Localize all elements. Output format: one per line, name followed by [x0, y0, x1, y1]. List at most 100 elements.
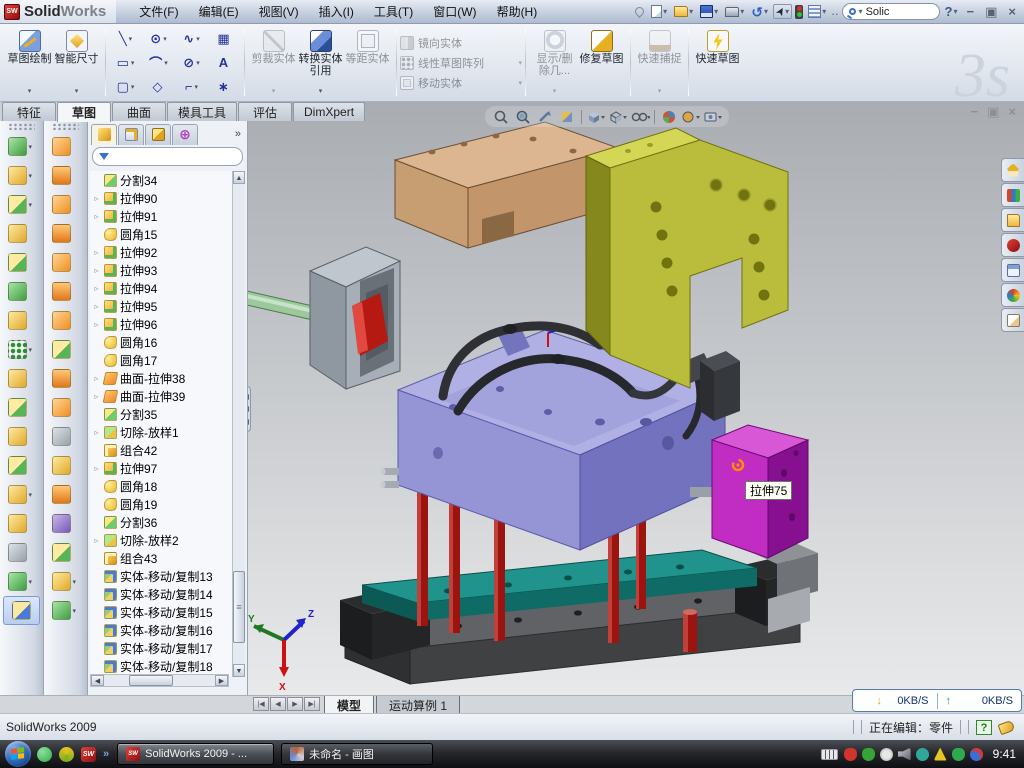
mirror-entities-button[interactable]: 镜向实体: [400, 34, 522, 51]
tree-item[interactable]: 圆角15: [90, 225, 245, 243]
expand-icon[interactable]: ▹: [92, 212, 101, 221]
taskbar-button-solidworks[interactable]: SW SolidWorks 2009 - ...: [117, 743, 274, 765]
quick-snaps-button[interactable]: 快速捕捉▾: [636, 27, 683, 98]
tab-configuration-manager[interactable]: [145, 124, 171, 145]
menu-item[interactable]: 编辑(E): [190, 0, 248, 23]
menu-item[interactable]: 工具(T): [365, 0, 422, 23]
hide-show-items-icon[interactable]: [630, 108, 650, 126]
panel-splitter-handle[interactable]: [248, 386, 251, 432]
quick-tips-icon[interactable]: ?: [976, 720, 992, 735]
toolbar-button[interactable]: ▾: [44, 567, 87, 596]
search-box[interactable]: ▾: [842, 3, 940, 20]
command-tab[interactable]: 曲面: [112, 102, 166, 121]
toolbar-button[interactable]: [44, 393, 87, 422]
tray-icon[interactable]: [952, 748, 965, 761]
toolbar-button[interactable]: [44, 509, 87, 538]
scroll-right-icon[interactable]: ▶: [215, 675, 228, 686]
tree-item[interactable]: ▹ 拉伸97: [90, 459, 245, 477]
menu-item[interactable]: 窗口(W): [424, 0, 485, 23]
toolbar-button-pressed[interactable]: [3, 596, 40, 625]
quick-launch-more-icon[interactable]: »: [103, 748, 109, 760]
taskbar-button-paint[interactable]: 未命名 - 画图: [281, 743, 433, 765]
toolbar-button[interactable]: ▾: [0, 161, 43, 190]
tray-icon[interactable]: [844, 748, 857, 761]
tree-item[interactable]: 组合43: [90, 549, 245, 567]
tree-item[interactable]: 实体-移动/复制15: [90, 603, 245, 621]
expand-icon[interactable]: ▹: [92, 194, 101, 203]
tree-filter-box[interactable]: [92, 147, 243, 166]
doc-restore-button[interactable]: ▣: [987, 104, 999, 120]
open-button[interactable]: ▾: [672, 5, 695, 18]
sketch-button[interactable]: 草图绘制▾: [6, 27, 53, 98]
expand-icon[interactable]: ▹: [92, 428, 101, 437]
tray-icon[interactable]: [916, 748, 929, 761]
toolbar-button[interactable]: ▾: [0, 480, 43, 509]
tray-icon[interactable]: [880, 748, 893, 761]
toolbar-button[interactable]: [0, 538, 43, 567]
restore-button[interactable]: ▣: [981, 4, 1001, 20]
display-style-icon[interactable]: [608, 108, 628, 126]
move-entities-button[interactable]: 移动实体▾: [400, 74, 522, 91]
tree-item[interactable]: ▹ 拉伸90: [90, 189, 245, 207]
pin-button[interactable]: [633, 6, 646, 17]
messenger-icon[interactable]: [37, 747, 52, 762]
tray-icon[interactable]: [898, 748, 911, 761]
menu-item[interactable]: 视图(V): [250, 0, 308, 23]
expand-icon[interactable]: ▹: [92, 320, 101, 329]
menu-item[interactable]: 文件(F): [130, 0, 187, 23]
zoom-area-icon[interactable]: [513, 108, 533, 126]
toolbar-button[interactable]: [44, 161, 87, 190]
solidworks-launch-icon[interactable]: SW: [81, 747, 96, 762]
toolbar-button[interactable]: ▾: [44, 596, 87, 625]
tray-icon[interactable]: [934, 748, 947, 761]
toolbar-button[interactable]: [0, 422, 43, 451]
options-button[interactable]: ▾: [806, 4, 828, 19]
expand-icon[interactable]: ▹: [92, 284, 101, 293]
toolbar-button[interactable]: [0, 219, 43, 248]
toolbar-button[interactable]: ▾: [0, 132, 43, 161]
scrollbar-thumb[interactable]: [129, 675, 173, 686]
start-button[interactable]: [5, 741, 31, 767]
command-tab[interactable]: 模具工具: [167, 102, 237, 121]
sketch-entity-button[interactable]: ╲▾: [109, 27, 142, 51]
toolbar-button[interactable]: [0, 248, 43, 277]
tree-item[interactable]: ▹ 拉伸94: [90, 279, 245, 297]
doc-close-button[interactable]: ×: [1008, 104, 1016, 120]
tree-item[interactable]: ▹ 切除-放样2: [90, 531, 245, 549]
scroll-left-icon[interactable]: ◀: [91, 675, 104, 686]
scrollbar-thumb[interactable]: [233, 571, 245, 643]
graphics-viewport[interactable]: Y Z X − ▣ × 拉伸75: [248, 102, 1024, 695]
sketch-entity-button[interactable]: ⊙▾: [142, 27, 175, 51]
toolbar-button[interactable]: [44, 190, 87, 219]
toolbar-overflow-icon[interactable]: ‥: [831, 5, 838, 18]
toolbar-button[interactable]: [44, 364, 87, 393]
command-tab[interactable]: 评估: [238, 102, 292, 121]
command-tab[interactable]: DimXpert: [293, 102, 365, 121]
tree-item[interactable]: 组合42: [90, 441, 245, 459]
tree-item[interactable]: 实体-移动/复制14: [90, 585, 245, 603]
tray-icon[interactable]: [862, 748, 875, 761]
expand-icon[interactable]: ▹: [92, 374, 101, 383]
scroll-down-icon[interactable]: ▼: [233, 664, 245, 677]
tree-item[interactable]: 分割34: [90, 171, 245, 189]
toolbar-button[interactable]: [44, 335, 87, 364]
sketch-entity-button[interactable]: ▦: [208, 27, 241, 51]
keyboard-layout-icon[interactable]: [821, 749, 838, 760]
tree-item[interactable]: ▹ 拉伸93: [90, 261, 245, 279]
print-button[interactable]: ▾: [723, 6, 746, 18]
sketch-entity-button[interactable]: A: [208, 51, 241, 75]
toolbar-button[interactable]: [44, 538, 87, 567]
tab-scroll-icon[interactable]: ◀: [270, 697, 286, 711]
convert-entities-button[interactable]: 转换实体引用▾: [297, 27, 344, 98]
sketch-entity-button[interactable]: ▭▾: [109, 51, 142, 75]
sketch-entity-button[interactable]: ▢▾: [109, 75, 142, 99]
rebuild-button[interactable]: [795, 5, 803, 19]
sketch-entity-button[interactable]: ⌐▾: [175, 75, 208, 99]
expand-icon[interactable]: ▹: [92, 464, 101, 473]
previous-view-icon[interactable]: [535, 108, 555, 126]
menu-item[interactable]: 插入(I): [310, 0, 363, 23]
save-button[interactable]: ▾: [698, 4, 720, 19]
toolbar-button[interactable]: [0, 393, 43, 422]
tree-item[interactable]: 分割35: [90, 405, 245, 423]
expand-icon[interactable]: ▹: [92, 536, 101, 545]
